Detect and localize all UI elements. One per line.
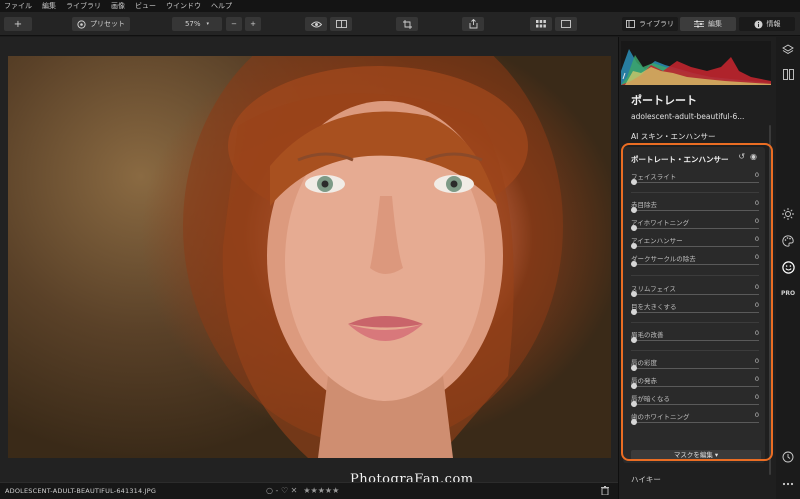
single-view-icon <box>561 20 571 28</box>
file-name: ADOLESCENT-ADULT-BEAUTIFUL-641314.JPG <box>5 487 157 495</box>
menu-help[interactable]: ヘルプ <box>211 0 232 12</box>
presets-button[interactable]: プリセット <box>72 17 130 31</box>
single-view-button[interactable] <box>555 17 577 31</box>
sun-icon[interactable] <box>781 207 795 221</box>
preview-toggle[interactable] <box>305 17 327 31</box>
add-button[interactable]: + <box>4 17 32 31</box>
chevron-down-icon: ▾ <box>206 21 210 27</box>
layers-icon[interactable] <box>781 43 795 57</box>
library-icon <box>626 20 635 28</box>
toolbar: + プリセット 57% ▾ − + ライブラリ 編集 情報 <box>0 12 800 36</box>
history-icon[interactable] <box>781 450 795 464</box>
menu-file[interactable]: ファイル <box>4 0 32 12</box>
zoom-value: 57% <box>184 20 201 28</box>
smiley-icon[interactable] <box>781 260 795 274</box>
rating-controls: ○ - ♡ ✕ ★★★★★ <box>266 486 339 495</box>
tab-edit[interactable]: 編集 <box>680 17 736 31</box>
app-window: ファイル 編集 ライブラリ 画像 ビュー ウインドウ ヘルプ + プリセット 5… <box>0 0 800 499</box>
zoom-out-button[interactable]: − <box>226 17 242 31</box>
ai-skin-enhancer-header[interactable]: AI スキン・エンハンサー <box>631 131 716 142</box>
compare-icon[interactable] <box>781 67 795 81</box>
grid-icon <box>536 20 546 28</box>
histogram-graph <box>621 49 771 85</box>
flag-controls[interactable]: ○ - ♡ ✕ <box>266 486 297 495</box>
crop-button[interactable] <box>396 17 418 31</box>
tool-strip: PRO <box>776 37 800 499</box>
zoom-minus-label: − <box>231 20 237 28</box>
tab-library-label: ライブラリ <box>639 20 674 28</box>
grid-view-button[interactable] <box>530 17 552 31</box>
zoom-select[interactable]: 57% ▾ <box>172 17 222 31</box>
more-icon[interactable] <box>781 477 795 491</box>
tab-edit-label: 編集 <box>708 20 722 28</box>
tab-library[interactable]: ライブラリ <box>622 17 678 31</box>
panel-title: ポートレート <box>631 94 697 107</box>
menu-library[interactable]: ライブラリ <box>66 0 101 12</box>
zoom-in-button[interactable]: + <box>245 17 261 31</box>
highlight-frame <box>621 143 773 461</box>
add-label: + <box>13 18 23 30</box>
compare-button[interactable] <box>330 17 352 31</box>
split-view-icon <box>335 20 347 28</box>
share-button[interactable] <box>462 17 484 31</box>
presets-label: プリセット <box>90 20 125 28</box>
menu-edit[interactable]: 編集 <box>42 0 56 12</box>
menu-window[interactable]: ウインドウ <box>166 0 201 12</box>
star-rating[interactable]: ★★★★★ <box>303 486 339 495</box>
eye-icon <box>310 21 322 27</box>
image-canvas[interactable] <box>0 37 618 482</box>
share-icon <box>469 19 477 29</box>
menu-bar: ファイル 編集 ライブラリ 画像 ビュー ウインドウ ヘルプ <box>0 0 800 12</box>
tab-info-label: 情報 <box>766 20 781 28</box>
tab-info[interactable]: 情報 <box>739 17 795 31</box>
info-icon <box>754 20 762 28</box>
histogram <box>621 41 771 85</box>
pro-icon[interactable]: PRO <box>781 286 795 300</box>
trash-glyph <box>601 486 609 496</box>
sliders-icon <box>694 20 704 28</box>
panel-file-name: adolescent-adult-beautiful-6... <box>631 112 745 121</box>
crop-icon <box>402 19 412 29</box>
zoom-plus-label: + <box>250 20 256 28</box>
trash-icon[interactable] <box>601 486 609 497</box>
status-bar: ADOLESCENT-ADULT-BEAUTIFUL-641314.JPG ○ … <box>0 482 618 499</box>
menu-view[interactable]: ビュー <box>135 0 156 12</box>
portrait-photo <box>8 56 611 458</box>
presets-icon <box>77 19 86 29</box>
palette-icon[interactable] <box>781 234 795 248</box>
menu-image[interactable]: 画像 <box>111 0 125 12</box>
high-key-section[interactable]: ハイキー <box>631 474 661 485</box>
portrait-illustration <box>183 56 563 458</box>
